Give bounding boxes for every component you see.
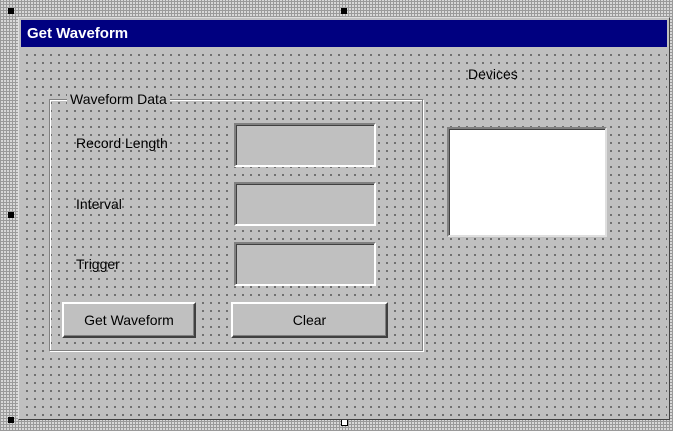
trigger-label: Trigger [76,256,120,272]
interval-label: Interval [76,196,122,212]
resize-handle-bottom-left[interactable] [8,417,14,423]
waveform-data-caption: Waveform Data [67,91,170,107]
resize-handle-middle-left[interactable] [8,212,14,218]
resize-handle-top-middle[interactable] [341,8,347,14]
record-length-label: Record Length [76,135,168,151]
devices-label: Devices [468,66,518,82]
get-waveform-button[interactable]: Get Waveform [62,302,196,338]
form-client-area: Waveform Data Record Length Interval Tri… [21,49,667,417]
form-window: Get Waveform Waveform Data Record Length… [18,17,670,420]
trigger-field[interactable] [234,242,376,286]
form-designer-frame: Get Waveform Waveform Data Record Length… [0,0,673,431]
record-length-field[interactable] [234,123,376,167]
resize-handle-top-left[interactable] [8,8,14,14]
title-bar[interactable]: Get Waveform [21,20,667,47]
interval-field[interactable] [234,182,376,226]
devices-listbox[interactable] [447,127,607,237]
resize-handle-bottom-middle[interactable] [341,419,348,426]
clear-button[interactable]: Clear [231,302,388,338]
